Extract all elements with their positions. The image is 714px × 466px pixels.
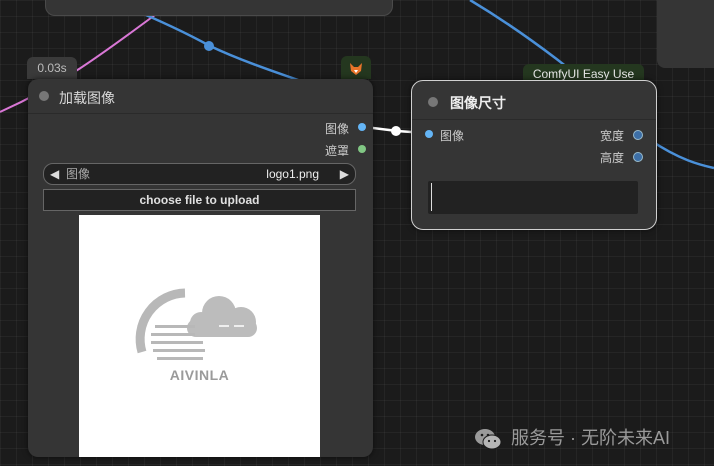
output-slot-mask[interactable] — [358, 145, 366, 153]
node-header[interactable]: 加载图像 — [28, 79, 373, 114]
output-label-image: 图像 — [325, 122, 350, 136]
load-image-node[interactable]: 加载图像 图像 遮罩 ◀ 图像 logo1.png ▶ choose file … — [28, 79, 373, 457]
watermark: 服务号 · 无阶未来AI — [474, 424, 670, 452]
node-collapse-dot[interactable] — [428, 97, 438, 107]
arrow-right-icon[interactable]: ▶ — [340, 164, 349, 184]
node-title: 图像尺寸 — [450, 95, 506, 111]
execution-time-badge: 0.03s — [27, 57, 77, 79]
combo-label: 图像 — [66, 167, 91, 181]
wechat-icon — [475, 429, 502, 450]
output-label-height: 高度 — [600, 151, 625, 165]
image-preview: AIVINLA — [79, 215, 320, 457]
input-label-image: 图像 — [440, 129, 465, 143]
input-slot-image[interactable] — [425, 130, 433, 138]
output-slot-width[interactable] — [633, 130, 643, 140]
arrow-left-icon[interactable]: ◀ — [50, 164, 59, 184]
text-caret — [431, 183, 432, 211]
output-label-mask: 遮罩 — [325, 144, 350, 158]
aivinla-logo — [135, 288, 257, 360]
combo-value: logo1.png — [266, 167, 319, 181]
output-slot-height[interactable] — [633, 152, 643, 162]
offscreen-node-bottom — [45, 0, 393, 16]
node-title: 加载图像 — [59, 90, 115, 106]
offscreen-node-right — [657, 0, 714, 68]
output-label-width: 宽度 — [600, 129, 625, 143]
fox-icon — [341, 56, 371, 79]
upload-button[interactable]: choose file to upload — [43, 189, 356, 211]
display-text-area[interactable] — [428, 181, 638, 214]
output-slot-image[interactable] — [358, 123, 366, 131]
wire-link-midpoint — [391, 126, 401, 136]
image-size-node[interactable]: 图像尺寸 图像 宽度 高度 — [411, 80, 657, 230]
image-combo[interactable]: ◀ 图像 logo1.png ▶ — [43, 163, 356, 185]
header-divider — [412, 119, 656, 120]
node-collapse-dot[interactable] — [39, 91, 49, 101]
logo-text: AIVINLA — [169, 367, 230, 383]
wire-reroute-dot — [204, 41, 214, 51]
watermark-text: 服务号 · 无阶未来AI — [511, 428, 671, 448]
